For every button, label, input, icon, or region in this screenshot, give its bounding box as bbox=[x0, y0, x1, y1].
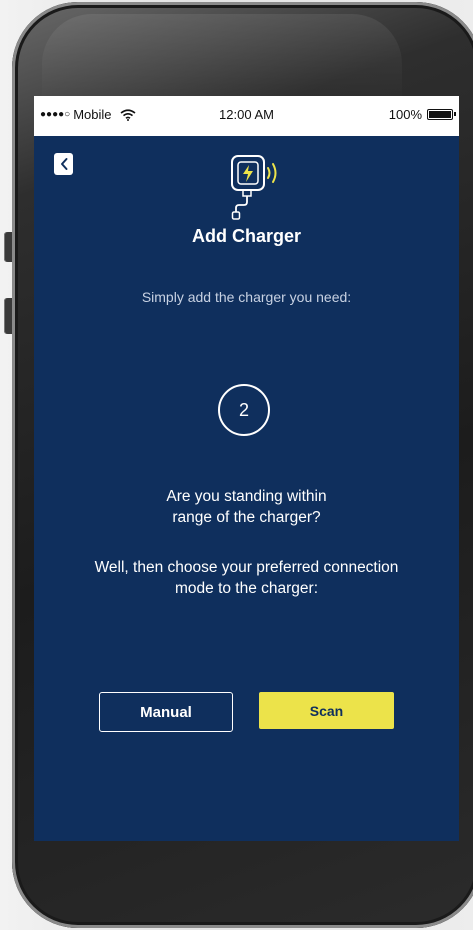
back-button[interactable] bbox=[54, 153, 73, 175]
phone-glare bbox=[42, 14, 402, 104]
wireless-charger-icon bbox=[231, 155, 277, 220]
battery-percentage: 100% bbox=[388, 107, 422, 122]
subtitle: Simply add the charger you need: bbox=[141, 289, 352, 305]
volume-down-button bbox=[4, 298, 12, 334]
app-screen: ●●●●○ Mobile 12:00 AM 100% Add Charger S… bbox=[34, 96, 459, 841]
page-title: Add Charger bbox=[191, 226, 301, 246]
instruction-text: Well, then choose your preferred connect… bbox=[40, 557, 453, 599]
question-line-2: range of the charger? bbox=[172, 509, 321, 526]
step-indicator: 2 bbox=[218, 384, 270, 436]
instruction-line-2: mode to the charger: bbox=[174, 580, 319, 597]
scan-button[interactable]: Scan bbox=[259, 692, 394, 729]
volume-up-button bbox=[4, 232, 12, 262]
question-line-1: Are you standing within bbox=[166, 488, 327, 505]
instruction-line-1: Well, then choose your preferred connect… bbox=[94, 559, 399, 576]
question-text: Are you standing within range of the cha… bbox=[124, 486, 369, 528]
status-right: 100% bbox=[388, 107, 456, 122]
step-number: 2 bbox=[238, 399, 249, 420]
manual-button[interactable]: Manual bbox=[99, 692, 233, 732]
status-bar: ●●●●○ Mobile 12:00 AM 100% bbox=[34, 96, 459, 136]
chevron-left-icon bbox=[60, 158, 67, 170]
battery-icon bbox=[427, 109, 456, 120]
